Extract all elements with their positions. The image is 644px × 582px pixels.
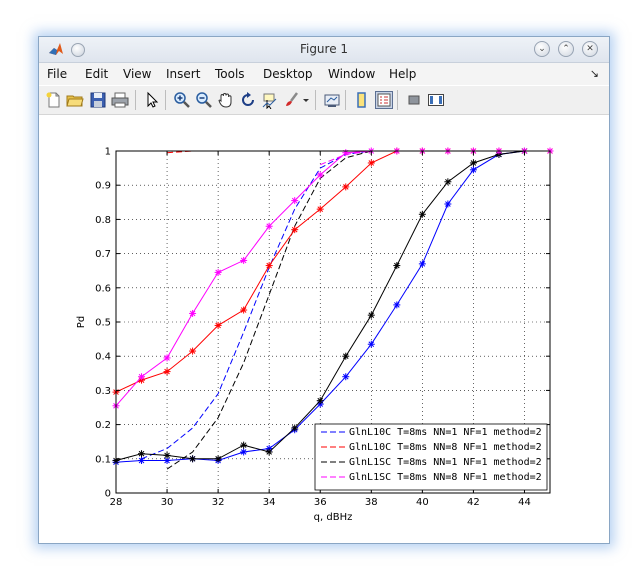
y-tick-label: 1 [105, 147, 111, 158]
figure-canvas[interactable]: 28 30 32 34 36 38 40 42 44 0 0.1 0.2 0.3 0.4 0.5 0.6 0.7… [39, 115, 609, 543]
chevron-down-icon: ⌄ [538, 44, 546, 54]
new-figure-icon[interactable] [45, 91, 63, 109]
pointer-icon[interactable] [143, 91, 161, 109]
x-axis-label: q, dBHz [314, 512, 353, 523]
menu-desktop[interactable]: Desktop [263, 67, 313, 81]
x-tick-label: 34 [263, 497, 276, 508]
window-title: Figure 1 [299, 42, 349, 56]
rotate-3d-icon[interactable] [239, 91, 257, 109]
data-cursor-icon[interactable] [261, 91, 279, 109]
zoom-out-icon[interactable] [195, 91, 213, 109]
x-tick-label: 44 [518, 497, 531, 508]
legend-entry: GlnL1SC T=8ms NN=8 NF=1 method=2 [349, 472, 542, 483]
legend-entry: GlnL1SC T=8ms NN=1 NF=1 method=2 [349, 457, 542, 468]
y-tick-label: 0.2 [95, 420, 111, 431]
legend-icon[interactable] [375, 91, 393, 109]
menu-tools[interactable]: Tools [215, 67, 245, 81]
y-tick-label: 0.9 [95, 181, 111, 192]
colorbar-icon[interactable] [353, 91, 371, 109]
title-bar[interactable]: Figure 1 ⌄ ⌃ ✕ [39, 37, 609, 63]
legend-entry: GlnL10C T=8ms NN=1 NF=1 method=2 [349, 427, 542, 438]
y-tick-label: 0.5 [95, 318, 111, 329]
menu-help[interactable]: Help [389, 67, 416, 81]
chevron-down-icon[interactable] [302, 91, 310, 109]
x-tick-label: 30 [161, 497, 174, 508]
y-tick-label: 0.6 [95, 283, 111, 294]
x-tick-label: 38 [365, 497, 378, 508]
open-file-icon[interactable] [66, 91, 84, 109]
zoom-in-icon[interactable] [173, 91, 191, 109]
toolbar-separator [345, 90, 346, 110]
line-chart: 28 30 32 34 36 38 40 42 44 0 0.1 0.2 0.3 0.4 0.5 0.6 0.7… [76, 147, 554, 523]
toolbar-separator [135, 90, 136, 110]
figure-toolbar [39, 86, 609, 115]
legend-entry: GlnL10C T=8ms NN=8 NF=1 method=2 [349, 442, 542, 453]
y-axis-label: Pd [76, 316, 87, 328]
chevron-up-icon: ⌃ [562, 44, 570, 54]
save-icon[interactable] [89, 91, 107, 109]
menu-insert[interactable]: Insert [166, 67, 200, 81]
show-plot-tools-icon[interactable] [427, 91, 445, 109]
x-tick-label: 28 [110, 497, 123, 508]
menu-edit[interactable]: Edit [85, 67, 108, 81]
print-icon[interactable] [111, 91, 129, 109]
toolbar-separator [315, 90, 316, 110]
x-tick-label: 36 [314, 497, 327, 508]
maximize-button[interactable]: ⌃ [558, 41, 574, 57]
y-tick-label: 0.1 [95, 454, 111, 465]
menu-bar: File Edit View Insert Tools Desktop Wind… [39, 63, 609, 85]
x-tick-label: 40 [416, 497, 429, 508]
y-tick-label: 0.4 [95, 352, 111, 363]
x-tick-label: 32 [212, 497, 225, 508]
toolbar-separator [165, 90, 166, 110]
toolbar-separator [397, 90, 398, 110]
menu-file[interactable]: File [47, 67, 67, 81]
pan-icon[interactable] [217, 91, 235, 109]
link-plot-icon[interactable] [323, 91, 341, 109]
minimize-button[interactable]: ⌄ [534, 41, 550, 57]
y-tick-label: 0.8 [95, 215, 111, 226]
x-tick-label: 42 [467, 497, 480, 508]
brush-icon[interactable] [283, 91, 301, 109]
y-tick-label: 0.7 [95, 249, 111, 260]
close-button[interactable]: ✕ [582, 41, 598, 57]
data-point [444, 178, 452, 186]
dock-arrow-icon[interactable]: ↘ [590, 67, 599, 80]
menu-window[interactable]: Window [328, 67, 375, 81]
y-tick-label: 0.3 [95, 386, 111, 397]
close-icon: ✕ [586, 44, 594, 54]
figure-window: Figure 1 ⌄ ⌃ ✕ File Edit View Insert Too… [38, 36, 610, 544]
y-tick-label: 0 [105, 489, 111, 500]
menu-view[interactable]: View [123, 67, 151, 81]
hide-plot-tools-icon[interactable] [405, 91, 423, 109]
